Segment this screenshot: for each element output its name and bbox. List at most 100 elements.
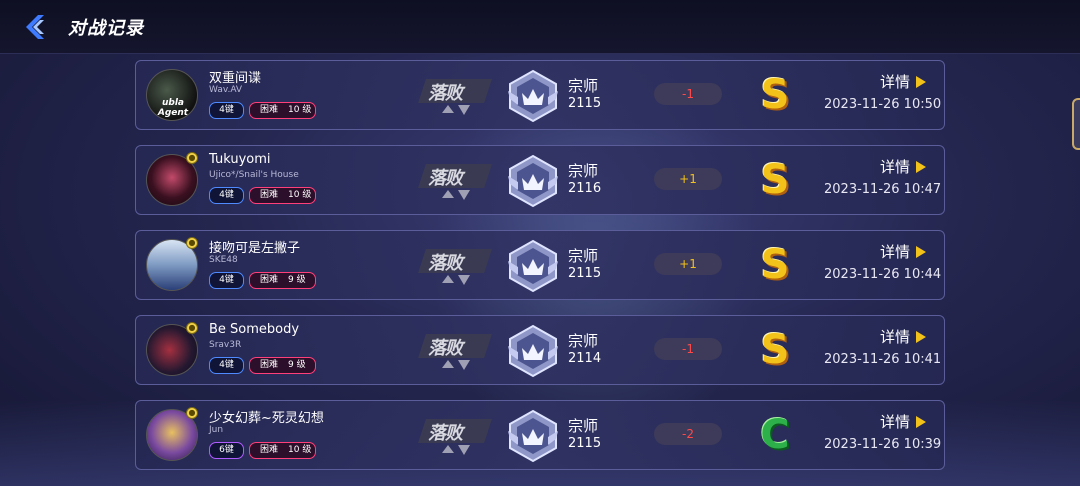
difficulty-label: 困难 [260,360,279,370]
score-delta: +1 [654,168,722,190]
difficulty-label: 困难 [260,190,279,200]
favorite-badge-icon: ● [186,152,198,164]
rank-name: 宗师 [568,77,599,95]
details-button[interactable]: 详情 [880,411,927,432]
difficulty-level: 10 级 [288,445,312,455]
record-timestamp: 2023-11-26 10:44 [824,267,942,282]
result-badge: 落败 [418,160,492,204]
details-button[interactable]: 详情 [880,156,927,177]
rank-score: 2115 [568,266,602,281]
score-delta: -1 [654,83,722,105]
difficulty-label: 困难 [260,275,279,285]
details-label: 详情 [880,413,911,431]
difficulty-badge: 困难 10 级 [249,187,316,204]
details-button[interactable]: 详情 [880,241,927,262]
details-label: 详情 [880,73,911,91]
record-timestamp: 2023-11-26 10:39 [824,437,942,452]
play-arrow-icon [916,331,927,343]
record-row: ● 接吻可是左撇子 SKE48 4键 困难 9 级 落败 宗师 2115 +1 … [135,230,945,300]
rank-name: 宗师 [568,332,599,350]
difficulty-badge: 困难 9 级 [249,272,316,289]
result-badge: 落败 [418,415,492,459]
favorite-badge-icon: ● [186,322,198,334]
song-title: Tukuyomi [209,152,271,167]
rank-change-arrows-icon [442,190,470,200]
song-artist: Wav.AV [209,85,243,95]
record-timestamp: 2023-11-26 10:41 [824,352,942,367]
play-arrow-icon [916,161,927,173]
difficulty-level: 9 级 [288,275,306,285]
keys-badge: 4键 [209,272,244,289]
rank-change-arrows-icon [442,105,470,115]
song-artist: Srav3R [209,340,242,350]
page-title: 对战记录 [68,18,144,39]
rank-name: 宗师 [568,162,599,180]
difficulty-level: 9 级 [288,360,306,370]
rank-change-arrows-icon [442,360,470,370]
difficulty-badge: 困难 10 级 [249,442,316,459]
song-artist: Ujico*/Snail's House [209,170,299,180]
play-arrow-icon [916,76,927,88]
record-row: ● Tukuyomi Ujico*/Snail's House 4键 困难 10… [135,145,945,215]
details-label: 详情 [880,243,911,261]
record-timestamp: 2023-11-26 10:47 [824,182,942,197]
grandmaster-rank-icon [508,324,558,378]
difficulty-badge: 困难 9 级 [249,357,316,374]
score-delta: -2 [654,423,722,445]
grandmaster-rank-icon [508,69,558,123]
grade-s-icon: S [760,242,790,288]
rank-score: 2115 [568,96,602,111]
details-label: 详情 [880,328,911,346]
song-title: 双重间谍 [209,71,262,86]
grade-s-icon: S [760,72,790,118]
record-row: ubla Agent 双重间谍 Wav.AV 4键 困难 10 级 落败 宗师 … [135,60,945,130]
song-title: 接吻可是左撇子 [209,241,301,256]
song-title: Be Somebody [209,322,300,337]
difficulty-level: 10 级 [288,105,312,115]
rank-change-arrows-icon [442,275,470,285]
favorite-badge-icon: ● [186,237,198,249]
song-title: 少女幻葬~死灵幻想 [209,411,324,426]
rank-score: 2115 [568,436,602,451]
difficulty-badge: 困难 10 级 [249,102,316,119]
score-delta: -1 [654,338,722,360]
difficulty-label: 困难 [260,445,279,455]
rank-score: 2114 [568,351,602,366]
rank-score: 2116 [568,181,602,196]
grandmaster-rank-icon [508,154,558,208]
difficulty-label: 困难 [260,105,279,115]
grandmaster-rank-icon [508,409,558,463]
difficulty-level: 10 级 [288,190,312,200]
grade-s-icon: S [760,327,790,373]
back-arrow-icon [26,15,44,39]
grade-c-icon: C [760,412,790,458]
details-button[interactable]: 详情 [880,71,927,92]
grandmaster-rank-icon [508,239,558,293]
song-artist: Jun [209,425,224,435]
rank-change-arrows-icon [442,445,470,455]
rank-name: 宗师 [568,247,599,265]
score-delta: +1 [654,253,722,275]
details-button[interactable]: 详情 [880,326,927,347]
keys-badge: 4键 [209,102,244,119]
back-button[interactable] [20,12,50,42]
record-row: ● 少女幻葬~死灵幻想 Jun 6键 困难 10 级 落败 宗师 2115 -2… [135,400,945,470]
play-arrow-icon [916,416,927,428]
result-badge: 落败 [418,330,492,374]
side-tab-handle[interactable] [1072,98,1080,150]
result-badge: 落败 [418,75,492,119]
rank-name: 宗师 [568,417,599,435]
song-artist: SKE48 [209,255,238,265]
play-arrow-icon [916,246,927,258]
cover-caption: ubla Agent [157,98,189,118]
grade-s-icon: S [760,157,790,203]
keys-badge: 6键 [209,442,244,459]
record-timestamp: 2023-11-26 10:50 [824,97,942,112]
details-label: 详情 [880,158,911,176]
song-cover: ubla Agent [146,69,198,121]
keys-badge: 4键 [209,357,244,374]
record-row: ● Be Somebody Srav3R 4键 困难 9 级 落败 宗师 211… [135,315,945,385]
result-badge: 落败 [418,245,492,289]
top-bar: 对战记录 [0,0,1080,54]
favorite-badge-icon: ● [186,407,198,419]
